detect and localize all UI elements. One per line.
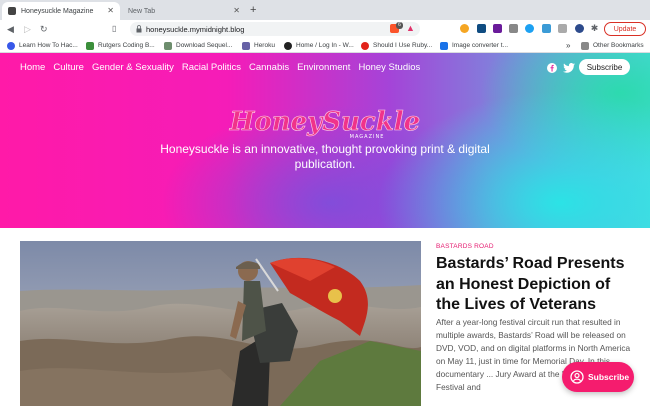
tab-new-tab[interactable]: New Tab ✕ (122, 2, 246, 20)
hero-banner: Home Culture Gender & Sexuality Racial P… (0, 53, 650, 228)
extension-icon[interactable] (575, 24, 584, 33)
tab-label: Honeysuckle Magazine (21, 7, 94, 15)
folder-icon (164, 41, 172, 50)
other-bookmarks[interactable]: Other Bookmarks (581, 40, 644, 51)
bookmark-item[interactable]: Home / Log In - W... (284, 40, 354, 51)
new-tab-icon[interactable]: + (250, 4, 256, 16)
nav-honey-studios[interactable]: Honey Studios (358, 62, 420, 73)
site-tagline: Honeysuckle is an innovative, thought pr… (160, 142, 490, 171)
nav-cannabis[interactable]: Cannabis (249, 62, 289, 73)
bookmark-item[interactable]: Download Sequel... (164, 40, 232, 51)
subscribe-button[interactable]: Subscribe (579, 59, 630, 75)
back-icon[interactable]: ◀ (7, 23, 14, 35)
floating-subscribe-button[interactable]: Subscribe (562, 362, 634, 392)
twitter-icon[interactable] (563, 63, 575, 73)
article-category[interactable]: BASTARDS ROAD (436, 243, 494, 250)
wordpress-icon (7, 41, 15, 50)
lock-icon (136, 25, 142, 33)
extension-icon[interactable] (542, 24, 551, 33)
bookmark-item[interactable]: Image converter t... (440, 40, 508, 51)
forward-icon[interactable]: ▷ (24, 23, 31, 35)
wordpress-icon (284, 41, 292, 50)
nav-racial-politics[interactable]: Racial Politics (182, 62, 241, 73)
person-icon (570, 370, 584, 384)
nav-home[interactable]: Home (20, 62, 45, 73)
bookmark-item[interactable]: Heroku (242, 40, 275, 51)
honeysuckle-logo[interactable]: HoneySuckle MAGAZINE (225, 104, 425, 140)
hiker-photo (20, 241, 421, 406)
extension-icon[interactable] (477, 24, 486, 33)
folder-icon (86, 41, 94, 50)
facebook-icon[interactable] (547, 63, 557, 73)
extension-icon[interactable] (509, 24, 518, 33)
bookmark-item[interactable]: Learn How To Hac... (7, 40, 78, 51)
svg-text:HoneySuckle: HoneySuckle (229, 107, 420, 137)
svg-text:MAGAZINE: MAGAZINE (350, 134, 385, 140)
nav-gender-sexuality[interactable]: Gender & Sexuality (92, 62, 174, 73)
heroku-icon (242, 41, 250, 50)
close-tab-icon[interactable]: ✕ (107, 7, 114, 15)
tab-honeysuckle[interactable]: Honeysuckle Magazine ✕ (2, 2, 120, 20)
bookmark-item[interactable]: Rutgers Coding B... (86, 40, 155, 51)
tab-label: New Tab (128, 7, 156, 15)
site-favicon-icon (8, 7, 16, 15)
bookmarks-bar: Learn How To Hac... Rutgers Coding B... … (0, 38, 650, 53)
featured-article-image[interactable] (20, 241, 421, 406)
extension-icon[interactable] (525, 24, 534, 33)
folder-icon (581, 41, 589, 50)
browser-tab-bar: Honeysuckle Magazine ✕ New Tab ✕ + (0, 0, 650, 20)
bookmark-item[interactable]: Should I Use Ruby... (361, 40, 432, 51)
reload-icon[interactable]: ↻ (40, 23, 48, 35)
brave-rewards-icon[interactable]: ▲ (406, 24, 415, 33)
stop-icon (361, 41, 369, 50)
nav-culture[interactable]: Culture (53, 62, 84, 73)
shield-count-badge: 6 (396, 22, 403, 29)
image-icon (440, 41, 448, 50)
bookmark-page-icon[interactable]: ▯ (112, 23, 116, 35)
browser-toolbar: ◀ ▷ ↻ ▯ honeysuckle.mymidnight.blog 6 ▲ … (0, 20, 650, 38)
main-nav: Home Culture Gender & Sexuality Racial P… (20, 62, 428, 73)
article-title[interactable]: Bastards’ Road Presents an Honest Depict… (436, 254, 636, 316)
more-bookmarks-icon[interactable]: » (566, 40, 570, 51)
grammarly-icon[interactable] (460, 24, 469, 33)
extensions-puzzle-icon[interactable]: ✱ (590, 24, 599, 33)
extension-icon[interactable] (558, 24, 567, 33)
update-button[interactable]: Update (604, 22, 646, 36)
nav-environment[interactable]: Environment (297, 62, 350, 73)
close-tab-icon[interactable]: ✕ (233, 7, 240, 15)
address-bar[interactable]: honeysuckle.mymidnight.blog (130, 22, 420, 36)
extension-icon[interactable] (493, 24, 502, 33)
url-text: honeysuckle.mymidnight.blog (146, 24, 245, 34)
